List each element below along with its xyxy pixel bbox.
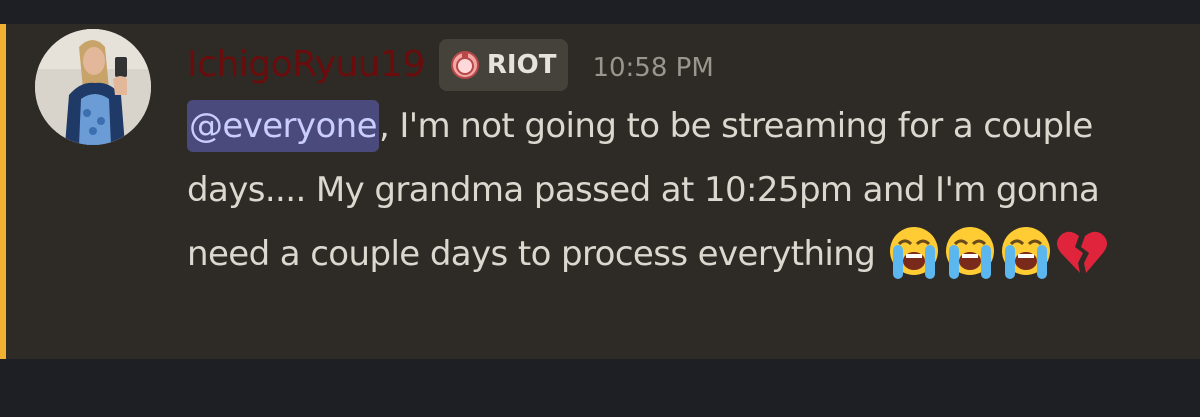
message-header: IchigoRyuu19 RIOT 10:58 PM [187, 36, 714, 94]
chat-message[interactable]: IchigoRyuu19 RIOT 10:58 PM @everyone, I'… [0, 24, 1200, 359]
mention-highlight-bar [0, 24, 6, 359]
avatar[interactable] [35, 29, 151, 145]
everyone-mention[interactable]: @everyone [187, 100, 379, 152]
chat-window: IchigoRyuu19 RIOT 10:58 PM @everyone, I'… [0, 0, 1200, 417]
role-tag[interactable]: RIOT [438, 39, 569, 91]
loudly-crying-face-icon[interactable] [885, 223, 943, 281]
user-avatar-photo [35, 29, 151, 145]
broken-heart-icon[interactable] [1053, 223, 1111, 281]
riot-tag-icon [450, 51, 479, 79]
loudly-crying-face-icon[interactable] [941, 223, 999, 281]
role-tag-label: RIOT [486, 50, 557, 80]
message-timestamp: 10:58 PM [592, 53, 714, 83]
message-content: @everyone, I'm not going to be streaming… [187, 94, 1147, 286]
username[interactable]: IchigoRyuu19 [187, 47, 425, 83]
loudly-crying-face-icon[interactable] [997, 223, 1055, 281]
